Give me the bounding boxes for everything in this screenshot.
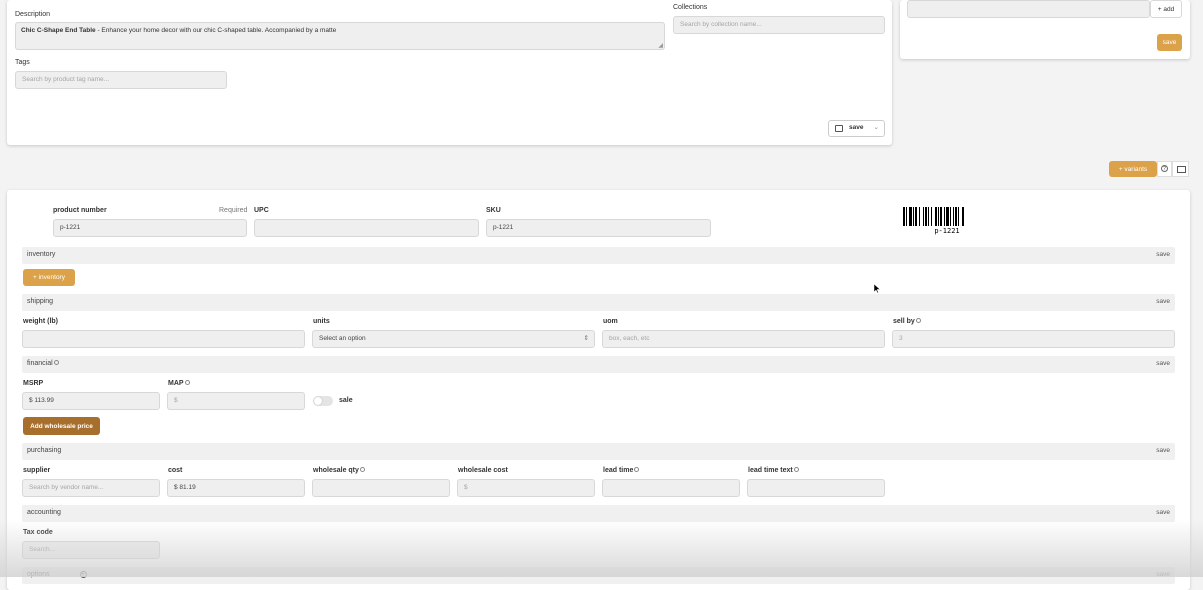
barcode-image: p-1221 bbox=[903, 207, 991, 237]
purchasing-save-link[interactable]: save bbox=[1156, 447, 1170, 454]
chevron-down-icon: ⌄ bbox=[873, 124, 879, 131]
wholesale-cost-label: wholesale cost bbox=[458, 467, 508, 474]
supplier-search-input[interactable]: Search by vendor name... bbox=[22, 479, 160, 497]
add-wholesale-price-button[interactable]: Add wholesale price bbox=[23, 417, 100, 435]
sale-label: sale bbox=[339, 397, 353, 404]
toggle-knob bbox=[314, 397, 322, 405]
msrp-input[interactable]: $ 113.99 bbox=[22, 392, 160, 410]
description-product-name: Chic C-Shape End Table bbox=[21, 27, 96, 34]
product-number-input[interactable]: p-1221 bbox=[53, 219, 247, 237]
shipping-section-header: shipping save bbox=[22, 294, 1175, 311]
accounting-save-link[interactable]: save bbox=[1156, 509, 1170, 516]
wholesale-cost-input[interactable]: $ bbox=[457, 479, 595, 497]
units-selected-value: Select an option bbox=[319, 335, 366, 342]
options-section-header: options + save bbox=[22, 567, 1175, 584]
lead-time-text-label: lead time text bbox=[748, 467, 799, 474]
sell-by-label: sell by bbox=[893, 318, 921, 325]
add-inventory-button[interactable]: + inventory bbox=[23, 269, 75, 286]
lead-time-label: lead time bbox=[603, 467, 640, 474]
add-button[interactable]: + add bbox=[1150, 0, 1182, 18]
info-icon bbox=[359, 467, 365, 472]
side-save-button[interactable]: save bbox=[1157, 34, 1182, 51]
accounting-section-header: accounting save bbox=[22, 505, 1175, 522]
mouse-cursor-icon bbox=[874, 284, 880, 293]
uom-input[interactable]: box, each, etc bbox=[602, 330, 885, 348]
wholesale-qty-input[interactable] bbox=[312, 479, 450, 497]
weight-label: weight (lb) bbox=[23, 318, 58, 325]
units-select[interactable]: Select an option ⇕ bbox=[312, 330, 595, 348]
inventory-title: inventory bbox=[27, 251, 56, 258]
inventory-save-link[interactable]: save bbox=[1156, 251, 1170, 258]
description-textarea[interactable]: Chic C-Shape End Table - Enhance your ho… bbox=[15, 22, 665, 50]
tax-code-label: Tax code bbox=[23, 529, 53, 536]
purchasing-title: purchasing bbox=[27, 447, 62, 454]
save-label: save bbox=[849, 124, 864, 131]
select-arrows-icon: ⇕ bbox=[583, 335, 589, 342]
info-icon bbox=[53, 360, 59, 365]
collections-label: Collections bbox=[673, 4, 708, 11]
save-icon bbox=[835, 125, 843, 132]
info-icon bbox=[915, 318, 921, 323]
upc-input[interactable] bbox=[254, 219, 479, 237]
map-label: MAP bbox=[168, 380, 190, 387]
product-number-label: product number bbox=[53, 207, 107, 214]
wholesale-qty-label: wholesale qty bbox=[313, 467, 365, 474]
tags-label: Tags bbox=[15, 59, 30, 66]
financial-title: financial bbox=[27, 360, 59, 367]
cost-input[interactable]: $ 81.19 bbox=[167, 479, 305, 497]
supplier-label: supplier bbox=[23, 467, 51, 474]
view-toggle-button[interactable] bbox=[1172, 161, 1189, 177]
layout-icon bbox=[1177, 166, 1186, 173]
tags-search-input[interactable]: Search by product tag name... bbox=[15, 71, 227, 89]
resize-handle-icon[interactable]: ◢ bbox=[658, 42, 663, 49]
purchasing-section-header: purchasing save bbox=[22, 443, 1175, 460]
sku-input[interactable]: p-1221 bbox=[486, 219, 711, 237]
collections-search-input[interactable]: Search by collection name... bbox=[673, 16, 885, 34]
msrp-label: MSRP bbox=[23, 380, 44, 387]
description-label: Description bbox=[15, 11, 51, 18]
description-card: Description Chic C-Shape End Table - Enh… bbox=[7, 0, 892, 145]
info-icon bbox=[184, 380, 190, 385]
lead-time-input[interactable] bbox=[602, 479, 740, 497]
sku-label: SKU bbox=[486, 207, 501, 214]
financial-save-link[interactable]: save bbox=[1156, 360, 1170, 367]
cost-label: cost bbox=[168, 467, 183, 474]
barcode-text: p-1221 bbox=[934, 227, 960, 235]
info-icon bbox=[793, 467, 799, 472]
info-icon bbox=[634, 467, 640, 472]
add-variants-button[interactable]: + variants bbox=[1109, 161, 1157, 177]
sale-toggle[interactable] bbox=[313, 396, 333, 406]
save-dropdown-button[interactable]: save ⌄ bbox=[828, 120, 885, 137]
side-input[interactable] bbox=[907, 0, 1150, 18]
map-input[interactable]: $ bbox=[167, 392, 305, 410]
sell-by-input[interactable]: 3 bbox=[892, 330, 1175, 348]
weight-input[interactable] bbox=[22, 330, 305, 348]
upc-label: UPC bbox=[254, 207, 269, 214]
help-button[interactable]: ? bbox=[1157, 161, 1172, 177]
help-icon: ? bbox=[1161, 165, 1168, 172]
accounting-title: accounting bbox=[27, 509, 61, 516]
description-text: - Enhance your home decor with our chic … bbox=[95, 27, 337, 34]
units-label: units bbox=[313, 318, 330, 325]
side-card: + add save bbox=[900, 0, 1190, 59]
required-label: Required bbox=[219, 207, 248, 214]
tax-code-search-input[interactable]: Search... bbox=[22, 541, 160, 559]
uom-label: uom bbox=[603, 318, 618, 325]
inventory-section-header: inventory save bbox=[22, 247, 1175, 264]
shipping-save-link[interactable]: save bbox=[1156, 298, 1170, 305]
lead-time-text-input[interactable] bbox=[747, 479, 885, 497]
shipping-title: shipping bbox=[27, 298, 54, 305]
financial-section-header: financial save bbox=[22, 356, 1175, 373]
